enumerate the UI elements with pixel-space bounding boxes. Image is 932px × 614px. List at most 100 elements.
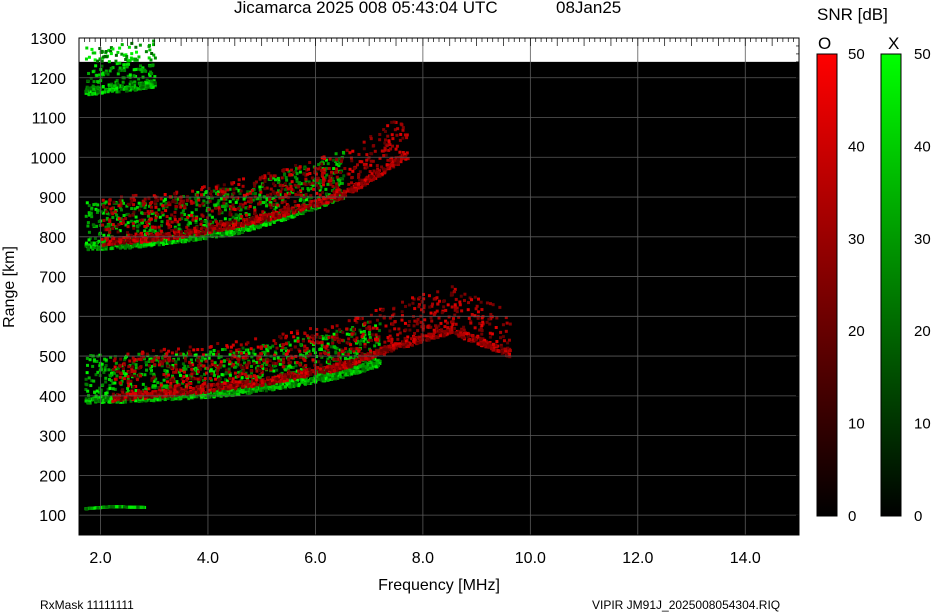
echo-speck — [374, 308, 378, 312]
echo-speck — [126, 352, 130, 356]
echo-speck — [246, 384, 250, 388]
echo-speck — [302, 375, 306, 379]
echo-speck — [198, 367, 202, 371]
echo-speck — [491, 303, 495, 307]
echo-speck — [87, 245, 91, 249]
echo-speck — [121, 245, 125, 249]
echo-speck — [218, 388, 222, 392]
echo-speck — [196, 348, 200, 352]
echo-speck — [322, 180, 326, 184]
echo-speck — [230, 356, 234, 360]
echo-speck — [94, 202, 98, 206]
echo-speck — [171, 359, 175, 363]
echo-speck — [106, 396, 110, 400]
echo-speck — [403, 321, 407, 325]
echo-speck — [216, 342, 220, 346]
echo-speck — [219, 197, 223, 201]
echo-speck — [299, 356, 303, 360]
echo-speck — [223, 359, 227, 363]
echo-speck — [367, 330, 371, 334]
echo-speck — [239, 343, 243, 347]
echo-speck — [200, 193, 204, 197]
echo-speck — [481, 320, 485, 324]
echo-speck — [456, 333, 460, 337]
echo-speck — [311, 358, 315, 362]
echo-speck — [335, 162, 339, 166]
echo-speck — [276, 193, 280, 197]
echo-speck — [157, 208, 161, 212]
echo-speck — [204, 237, 208, 241]
echo-speck — [122, 213, 126, 217]
echo-speck — [260, 384, 264, 388]
echo-speck — [327, 335, 331, 339]
echo-speck — [126, 375, 130, 379]
echo-speck — [289, 365, 293, 369]
echo-speck — [178, 202, 182, 206]
echo-speck — [345, 148, 349, 152]
echo-speck — [175, 390, 179, 394]
echo-speck — [349, 356, 353, 360]
echo-speck — [88, 397, 92, 401]
echo-speck — [136, 229, 140, 233]
echo-speck — [452, 326, 456, 330]
echo-speck — [237, 214, 241, 218]
echo-speck — [421, 310, 425, 314]
echo-speck — [332, 190, 336, 194]
echo-speck — [441, 299, 445, 303]
echo-speck — [253, 208, 257, 212]
echo-speck — [237, 360, 241, 364]
echo-speck — [322, 366, 326, 370]
echo-speck — [350, 372, 354, 376]
echo-speck — [210, 215, 214, 219]
echo-speck — [494, 326, 498, 330]
echo-speck — [122, 363, 126, 367]
echo-speck — [128, 392, 132, 396]
echo-speck — [335, 371, 339, 375]
echo-speck — [271, 361, 275, 365]
echo-speck — [277, 359, 281, 363]
echo-speck — [296, 336, 300, 340]
echo-speck — [349, 343, 353, 347]
echo-speck — [179, 396, 183, 400]
echo-speck — [261, 201, 265, 205]
echo-speck — [277, 180, 281, 184]
echo-speck — [287, 358, 291, 362]
echo-speck — [183, 229, 187, 233]
echo-speck — [115, 374, 119, 378]
echo-speck — [167, 349, 171, 353]
echo-speck — [470, 298, 474, 302]
echo-speck — [158, 215, 162, 219]
echo-speck — [247, 351, 251, 355]
echo-speck — [197, 390, 201, 394]
echo-speck — [122, 377, 126, 381]
echo-speck — [366, 352, 370, 356]
echo-speck — [296, 332, 300, 336]
echo-speck — [412, 324, 416, 328]
echo-speck — [92, 241, 96, 245]
echo-speck — [113, 357, 117, 361]
echo-speck — [129, 373, 133, 377]
echo-speck — [329, 174, 333, 178]
echo-speck — [264, 389, 268, 393]
echo-speck — [345, 341, 349, 345]
echo-speck — [371, 326, 375, 330]
echo-speck — [202, 199, 206, 203]
echo-speck — [467, 316, 471, 320]
echo-speck — [166, 364, 170, 368]
echo-speck — [207, 394, 211, 398]
echo-speck — [501, 335, 505, 339]
echo-speck — [244, 380, 248, 384]
echo-speck — [386, 124, 390, 128]
echo-speck — [340, 181, 344, 185]
echo-speck — [132, 226, 136, 230]
echo-speck — [350, 175, 354, 179]
echo-speck — [279, 190, 283, 194]
echo-speck — [255, 378, 259, 382]
echo-speck — [485, 301, 489, 305]
echo-speck — [470, 313, 474, 317]
echo-speck — [398, 331, 402, 335]
echo-speck — [267, 364, 271, 368]
echo-speck — [390, 349, 394, 353]
echo-speck — [348, 363, 352, 367]
echo-speck — [133, 392, 137, 396]
